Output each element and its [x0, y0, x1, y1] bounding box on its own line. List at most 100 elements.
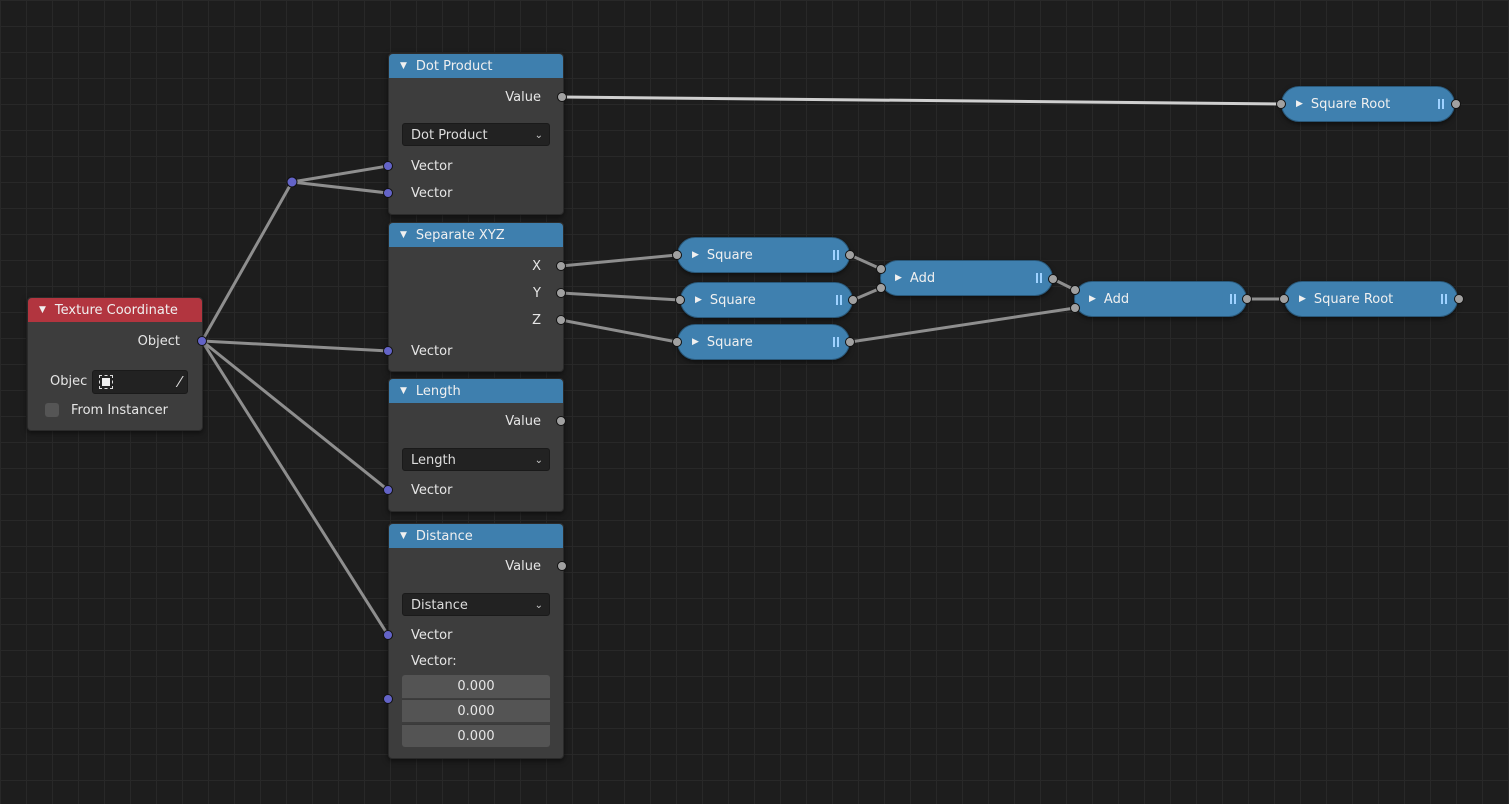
socket-length-vector-input[interactable]: [383, 485, 393, 495]
expand-triangle-icon[interactable]: ▶: [1299, 294, 1306, 304]
socket-input[interactable]: [672, 337, 682, 347]
link-x-to-square: [559, 253, 679, 268]
node-title: Square Root: [1310, 96, 1391, 112]
expand-triangle-icon[interactable]: ▶: [692, 337, 699, 347]
node-distance[interactable]: ▼ Distance Value Distance ⌄ Vector Vecto…: [388, 523, 564, 759]
socket-input[interactable]: [876, 283, 886, 293]
input-vector-label: Vector: [411, 159, 453, 174]
node-length[interactable]: ▼ Length Value Length ⌄ Vector: [388, 378, 564, 512]
operation-dropdown[interactable]: Length ⌄: [402, 448, 550, 471]
socket-z-output[interactable]: [556, 315, 566, 325]
socket-output[interactable]: [1048, 274, 1058, 284]
output-object-label: Object: [137, 334, 180, 349]
node-square-x[interactable]: ▶ Square: [677, 237, 850, 273]
link-object-to-separate: [200, 339, 390, 353]
output-z-label: Z: [532, 313, 541, 328]
node-add-1[interactable]: ▶ Add: [880, 260, 1053, 296]
socket-output[interactable]: [1451, 99, 1461, 109]
expand-triangle-icon[interactable]: ▶: [692, 250, 699, 260]
node-title: Separate XYZ: [415, 227, 505, 243]
node-add-2[interactable]: ▶ Add: [1074, 281, 1247, 317]
input-vector-label: Vector: [411, 628, 453, 643]
socket-separate-vector-input[interactable]: [383, 346, 393, 356]
node-header[interactable]: ▼ Length: [389, 379, 563, 403]
node-title: Add: [909, 270, 936, 286]
node-texture-coordinate[interactable]: ▼ Texture Coordinate Object Objec ⁄ From…: [27, 297, 203, 431]
socket-output[interactable]: [1242, 294, 1252, 304]
expand-triangle-icon[interactable]: ▶: [1296, 99, 1303, 109]
vector-y-field[interactable]: 0.000: [402, 699, 550, 722]
operation-dropdown[interactable]: Dot Product ⌄: [402, 123, 550, 146]
link-reroute-to-dot-vector1: [290, 164, 390, 184]
node-header[interactable]: ▼ Texture Coordinate: [28, 298, 202, 322]
node-square-y[interactable]: ▶ Square: [680, 282, 853, 318]
socket-object-output[interactable]: [197, 336, 207, 346]
node-title: Dot Product: [415, 58, 493, 74]
collapse-triangle-icon[interactable]: ▼: [400, 61, 407, 71]
chevron-down-icon: ⌄: [534, 130, 543, 141]
pause-bars-icon: [833, 337, 839, 347]
socket-input[interactable]: [1070, 303, 1080, 313]
socket-input[interactable]: [1070, 285, 1080, 295]
node-title: Square: [709, 292, 756, 308]
socket-dot-value-output[interactable]: [557, 92, 567, 102]
node-separate-xyz[interactable]: ▼ Separate XYZ X Y Z Vector: [388, 222, 564, 372]
expand-triangle-icon[interactable]: ▶: [895, 273, 902, 283]
input-vector-2-label: Vector:: [411, 654, 457, 669]
socket-input[interactable]: [675, 295, 685, 305]
pause-bars-icon: [1441, 294, 1447, 304]
object-picker-field[interactable]: ⁄: [92, 370, 188, 394]
object-cube-icon: [99, 375, 113, 389]
from-instancer-checkbox[interactable]: [45, 403, 59, 417]
socket-output[interactable]: [845, 337, 855, 347]
node-title: Distance: [415, 528, 473, 544]
input-vector-label: Vector: [411, 483, 453, 498]
from-instancer-label: From Instancer: [71, 403, 168, 418]
pause-bars-icon: [1438, 99, 1444, 109]
pause-bars-icon: [1036, 273, 1042, 283]
socket-x-output[interactable]: [556, 261, 566, 271]
node-dot-product[interactable]: ▼ Dot Product Value Dot Product ⌄ Vector…: [388, 53, 564, 215]
link-object-to-length: [200, 339, 390, 492]
socket-distance-value-output[interactable]: [557, 561, 567, 571]
socket-input[interactable]: [876, 264, 886, 274]
collapse-triangle-icon[interactable]: ▼: [400, 230, 407, 240]
collapse-triangle-icon[interactable]: ▼: [400, 386, 407, 396]
link-y-to-square: [559, 291, 682, 302]
input-vector-label: Vector: [411, 186, 453, 201]
socket-input[interactable]: [1279, 294, 1289, 304]
socket-distance-vector-input-1[interactable]: [383, 630, 393, 640]
link-square-z-to-add2: [848, 306, 1077, 344]
collapse-triangle-icon[interactable]: ▼: [39, 305, 46, 315]
socket-input[interactable]: [1276, 99, 1286, 109]
socket-y-output[interactable]: [556, 288, 566, 298]
socket-output[interactable]: [845, 250, 855, 260]
socket-output[interactable]: [848, 295, 858, 305]
node-square-root-bottom[interactable]: ▶ Square Root: [1284, 281, 1458, 317]
node-square-root-top[interactable]: ▶ Square Root: [1281, 86, 1455, 122]
node-header[interactable]: ▼ Distance: [389, 524, 563, 548]
operation-value: Distance: [411, 598, 468, 613]
chevron-down-icon: ⌄: [534, 455, 543, 466]
socket-dot-vector-input-2[interactable]: [383, 188, 393, 198]
link-dot-to-sqrt: [561, 95, 1282, 106]
eyedropper-icon[interactable]: ⁄: [178, 373, 181, 391]
socket-dot-vector-input-1[interactable]: [383, 161, 393, 171]
node-title: Add: [1103, 291, 1130, 307]
collapse-triangle-icon[interactable]: ▼: [400, 531, 407, 541]
vector-x-field[interactable]: 0.000: [402, 675, 550, 698]
vector-z-field[interactable]: 0.000: [402, 724, 550, 747]
node-square-z[interactable]: ▶ Square: [677, 324, 850, 360]
socket-distance-vector-input-2[interactable]: [383, 694, 393, 704]
node-header[interactable]: ▼ Separate XYZ: [389, 223, 563, 247]
node-header[interactable]: ▼ Dot Product: [389, 54, 563, 78]
output-x-label: X: [532, 259, 541, 274]
link-z-to-square: [559, 318, 679, 344]
socket-length-value-output[interactable]: [556, 416, 566, 426]
socket-input[interactable]: [672, 250, 682, 260]
socket-output[interactable]: [1454, 294, 1464, 304]
operation-dropdown[interactable]: Distance ⌄: [402, 593, 550, 616]
expand-triangle-icon[interactable]: ▶: [695, 295, 702, 305]
expand-triangle-icon[interactable]: ▶: [1089, 294, 1096, 304]
node-links: [200, 95, 1286, 637]
